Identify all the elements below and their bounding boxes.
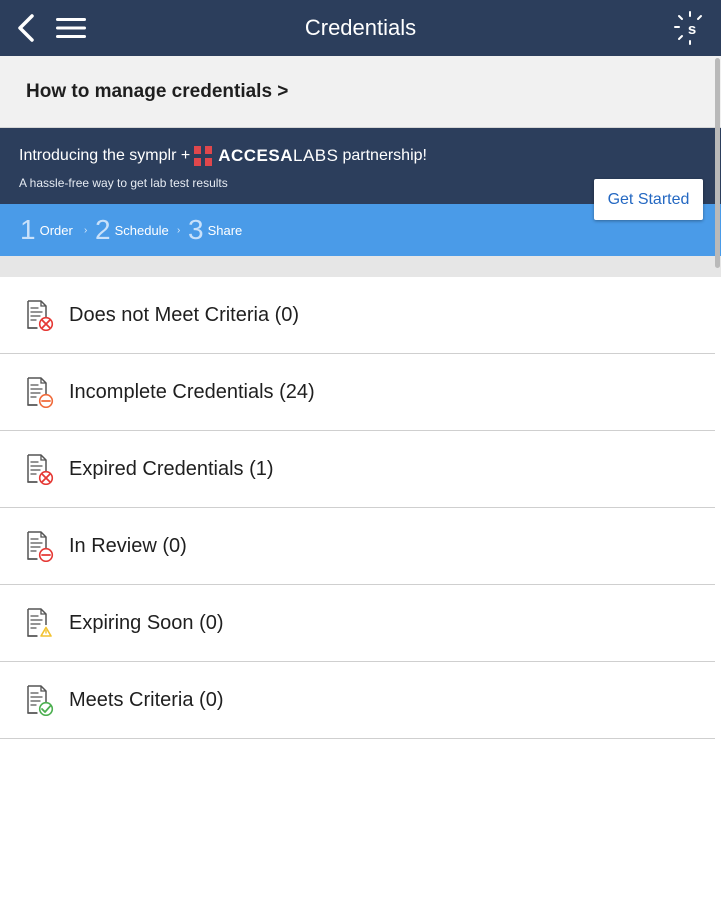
step-number: 2 [95, 214, 111, 245]
scrollbar[interactable] [715, 58, 720, 268]
step-schedule: 2 Schedule [95, 204, 169, 256]
doc-minus-icon [25, 530, 55, 563]
doc-x-icon [25, 299, 55, 332]
brand-accesa: ACCESA [218, 146, 293, 165]
category-label: Meets Criteria (0) [69, 689, 224, 711]
back-arrow-icon[interactable] [12, 12, 42, 44]
brand-labs: LABS [293, 146, 339, 165]
step-chevron-icon: › [177, 225, 181, 236]
section-divider [0, 256, 721, 277]
step-chevron-icon: › [84, 225, 88, 236]
step-number: 1 [20, 214, 36, 245]
category-label: Expiring Soon (0) [69, 612, 224, 634]
category-meets-criteria[interactable]: Meets Criteria (0) [0, 662, 715, 739]
symplr-logo-icon[interactable]: s [673, 10, 707, 46]
svg-text:s: s [688, 21, 696, 38]
step-label: Schedule [114, 222, 169, 238]
step-label: Order [39, 222, 73, 238]
step-number: 3 [188, 214, 204, 245]
how-to-manage-link-row[interactable]: How to manage credentials > [0, 56, 721, 128]
how-to-manage-link[interactable]: How to manage credentials > [26, 56, 288, 128]
banner-subtitle: A hassle-free way to get lab test result… [19, 176, 228, 190]
credential-category-list: Does not Meet Criteria (0) Incomplete Cr… [0, 277, 715, 739]
category-in-review[interactable]: In Review (0) [0, 508, 715, 585]
doc-x-icon [25, 453, 55, 486]
hamburger-menu-icon[interactable] [54, 16, 88, 40]
doc-minus-icon [25, 376, 55, 409]
category-label: Does not Meet Criteria (0) [69, 304, 300, 326]
step-share: 3 Share [188, 204, 242, 256]
accesa-labs-logo-icon [194, 146, 213, 166]
banner-partnership-text: partnership! [342, 147, 427, 164]
category-label: Expired Credentials (1) [69, 458, 274, 480]
category-expired-credentials[interactable]: Expired Credentials (1) [0, 431, 715, 508]
get-started-button[interactable]: Get Started [594, 179, 703, 220]
category-incomplete-credentials[interactable]: Incomplete Credentials (24) [0, 354, 715, 431]
category-does-not-meet-criteria[interactable]: Does not Meet Criteria (0) [0, 277, 715, 354]
doc-check-icon [25, 684, 55, 717]
step-order: 1 Order [20, 204, 73, 256]
doc-warning-icon [25, 607, 55, 639]
top-app-bar: Credentials s [0, 0, 721, 56]
category-label: Incomplete Credentials (24) [69, 381, 315, 403]
category-label: In Review (0) [69, 535, 187, 557]
banner-headline: Introducing the symplr + ACCESA LABS par… [19, 146, 427, 166]
step-label: Share [207, 222, 243, 238]
page-title: Credentials [304, 15, 417, 40]
category-expiring-soon[interactable]: Expiring Soon (0) [0, 585, 715, 662]
banner-intro-text: Introducing the symplr + [19, 147, 191, 164]
